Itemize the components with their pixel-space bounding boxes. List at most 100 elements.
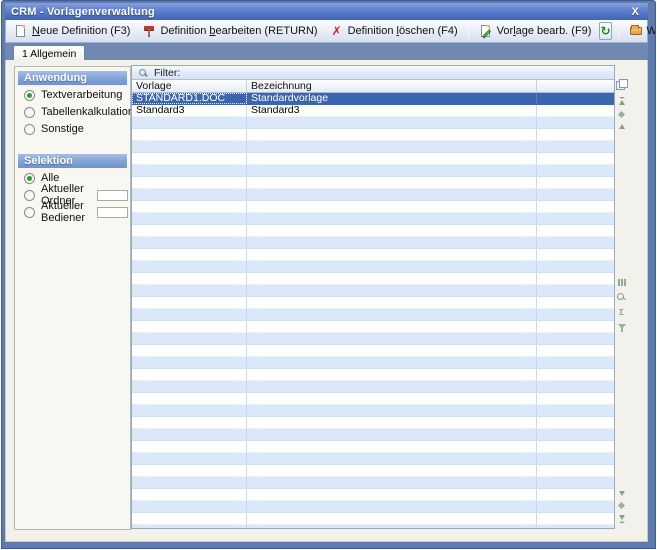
table-cell[interactable] xyxy=(132,441,247,452)
table-cell[interactable] xyxy=(247,525,537,528)
table-cell[interactable] xyxy=(247,165,537,176)
table-cell[interactable] xyxy=(132,117,247,128)
table-cell[interactable] xyxy=(132,261,247,272)
table-cell[interactable] xyxy=(537,357,614,368)
table-row[interactable] xyxy=(132,441,614,453)
table-cell[interactable] xyxy=(537,177,614,188)
table-row[interactable] xyxy=(132,141,614,153)
next-row-icon[interactable] xyxy=(619,491,625,496)
table-cell[interactable] xyxy=(132,501,247,512)
table-cell[interactable] xyxy=(537,405,614,416)
table-cell[interactable] xyxy=(537,465,614,476)
table-cell[interactable] xyxy=(132,285,247,296)
table-row[interactable] xyxy=(132,261,614,273)
filter-bar[interactable]: Filter: xyxy=(132,66,614,80)
table-cell[interactable] xyxy=(247,477,537,488)
table-cell[interactable] xyxy=(247,129,537,140)
delete-definition-button[interactable]: ✗ Definition löschen (F4) xyxy=(326,22,462,40)
table-cell[interactable] xyxy=(247,441,537,452)
table-row[interactable] xyxy=(132,309,614,321)
table-cell[interactable] xyxy=(537,429,614,440)
table-cell[interactable] xyxy=(132,165,247,176)
table-cell[interactable] xyxy=(537,333,614,344)
radio-aktueller-bediener[interactable]: Aktueller Bediener xyxy=(15,205,130,219)
table-row[interactable] xyxy=(132,189,614,201)
table-cell[interactable] xyxy=(132,225,247,236)
go-first-row-icon[interactable] xyxy=(619,97,625,105)
table-cell[interactable] xyxy=(247,381,537,392)
table-row[interactable] xyxy=(132,345,614,357)
table-cell[interactable] xyxy=(537,513,614,524)
table-cell[interactable] xyxy=(247,489,537,500)
column-chooser-icon[interactable] xyxy=(616,79,627,89)
table-row[interactable] xyxy=(132,501,614,513)
table-cell[interactable] xyxy=(537,381,614,392)
table-cell[interactable] xyxy=(132,513,247,524)
table-cell[interactable] xyxy=(537,153,614,164)
table-row[interactable] xyxy=(132,405,614,417)
table-cell[interactable] xyxy=(132,357,247,368)
table-cell[interactable]: Standard3 xyxy=(247,105,537,116)
table-row[interactable] xyxy=(132,357,614,369)
table-cell[interactable] xyxy=(132,417,247,428)
table-cell[interactable] xyxy=(537,453,614,464)
column-header-extra[interactable] xyxy=(537,80,614,92)
table-cell[interactable]: Standardvorlage xyxy=(247,93,537,104)
table-cell[interactable] xyxy=(247,273,537,284)
table-cell[interactable] xyxy=(247,429,537,440)
table-cell[interactable] xyxy=(247,249,537,260)
table-cell[interactable] xyxy=(537,129,614,140)
table-cell[interactable] xyxy=(247,513,537,524)
table-row[interactable] xyxy=(132,225,614,237)
new-definition-button[interactable]: Neue Definition (F3) xyxy=(10,22,134,40)
table-cell[interactable] xyxy=(247,177,537,188)
table-cell[interactable] xyxy=(537,285,614,296)
table-cell[interactable] xyxy=(247,345,537,356)
table-cell[interactable] xyxy=(537,273,614,284)
table-cell[interactable] xyxy=(132,249,247,260)
table-cell[interactable] xyxy=(247,261,537,272)
table-row[interactable] xyxy=(132,297,614,309)
edit-template-button[interactable]: Vorlage bearb. (F9) xyxy=(475,22,596,40)
table-row[interactable] xyxy=(132,417,614,429)
table-cell[interactable] xyxy=(132,309,247,320)
table-cell[interactable] xyxy=(132,393,247,404)
radio-sonstige[interactable]: Sonstige xyxy=(15,122,130,136)
table-row[interactable] xyxy=(132,465,614,477)
table-cell[interactable]: Standard3 xyxy=(132,105,247,116)
table-row[interactable] xyxy=(132,477,614,489)
table-cell[interactable] xyxy=(132,201,247,212)
table-cell[interactable] xyxy=(132,465,247,476)
table-cell[interactable] xyxy=(132,477,247,488)
table-cell[interactable]: STANDARD1.DOC xyxy=(132,93,247,104)
table-row[interactable] xyxy=(132,177,614,189)
table-cell[interactable] xyxy=(247,405,537,416)
table-cell[interactable] xyxy=(132,345,247,356)
table-cell[interactable] xyxy=(132,153,247,164)
table-cell[interactable] xyxy=(537,321,614,332)
table-cell[interactable] xyxy=(132,297,247,308)
table-cell[interactable] xyxy=(132,129,247,140)
table-cell[interactable] xyxy=(132,273,247,284)
columns-icon[interactable] xyxy=(618,279,626,286)
word-formats-button[interactable]: Word-Steuerformate (F6) xyxy=(625,22,656,40)
table-row[interactable] xyxy=(132,333,614,345)
table-cell[interactable] xyxy=(247,297,537,308)
table-row[interactable] xyxy=(132,429,614,441)
table-cell[interactable] xyxy=(132,369,247,380)
table-row[interactable]: Standard3Standard3 xyxy=(132,105,614,117)
table-row[interactable] xyxy=(132,213,614,225)
table-cell[interactable] xyxy=(247,201,537,212)
table-cell[interactable] xyxy=(247,465,537,476)
table-cell[interactable] xyxy=(132,453,247,464)
table-row[interactable] xyxy=(132,165,614,177)
table-cell[interactable] xyxy=(132,141,247,152)
table-cell[interactable] xyxy=(247,393,537,404)
table-cell[interactable] xyxy=(247,189,537,200)
table-cell[interactable] xyxy=(247,117,537,128)
table-row[interactable] xyxy=(132,117,614,129)
table-cell[interactable] xyxy=(247,321,537,332)
table-cell[interactable] xyxy=(537,309,614,320)
table-row[interactable] xyxy=(132,201,614,213)
table-cell[interactable] xyxy=(247,309,537,320)
